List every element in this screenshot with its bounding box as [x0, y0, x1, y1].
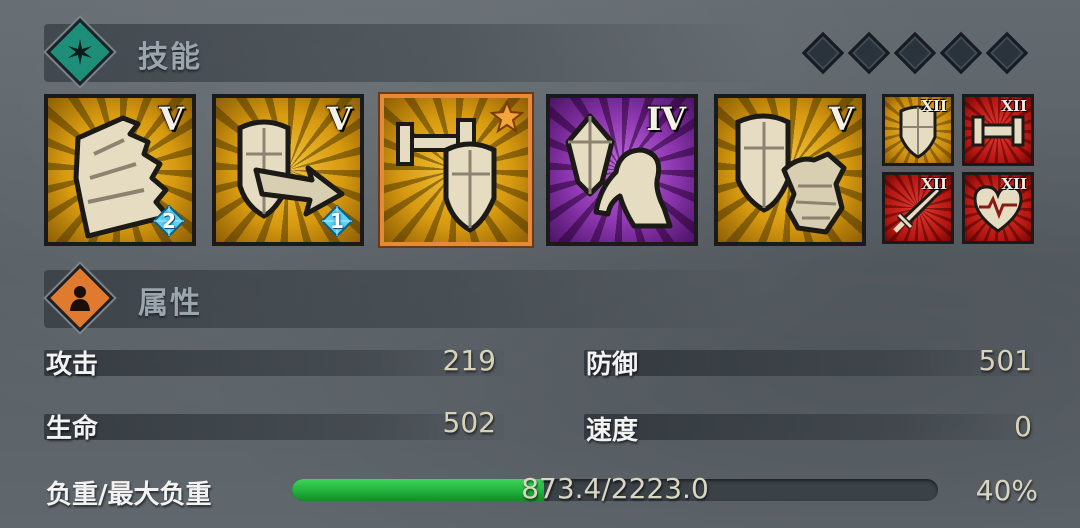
- rank-diamond: [801, 31, 845, 75]
- mini-skill-2[interactable]: XII: [962, 94, 1034, 166]
- health-value: 502: [442, 406, 496, 439]
- defense-value: 501: [978, 344, 1032, 377]
- skill-level: V: [327, 100, 352, 138]
- mini-skill-4[interactable]: XII: [962, 172, 1034, 244]
- skill-level: V: [159, 100, 184, 138]
- mini-skill-level: XII: [921, 97, 947, 115]
- weight-value: 873.4/2223.0: [521, 472, 709, 505]
- mini-skill-1[interactable]: XII: [882, 94, 954, 166]
- skill-level: V: [829, 100, 854, 138]
- health-label: 生命: [46, 414, 99, 444]
- character-panel: 技能 V 2 V 1 IV V XII XII XII XII 属性 攻击 21…: [0, 0, 1080, 528]
- star-icon: [489, 99, 525, 134]
- weight-percent: 40%: [975, 474, 1038, 507]
- attributes-section-title: 属性: [138, 286, 202, 321]
- compass-star-icon: [68, 39, 92, 65]
- weight-label: 负重/最大负重: [46, 480, 212, 510]
- speed-label: 速度: [586, 416, 639, 446]
- gem-badge: 1: [320, 204, 354, 238]
- gem-count: 2: [162, 209, 176, 233]
- skill-card-2[interactable]: V 1: [212, 94, 364, 246]
- gem-count: 1: [330, 209, 344, 233]
- skill-card-4[interactable]: IV: [546, 94, 698, 246]
- mini-skill-level: XII: [921, 175, 947, 193]
- attack-label: 攻击: [46, 350, 99, 380]
- rank-diamond: [847, 31, 891, 75]
- speed-value: 0: [1014, 410, 1032, 443]
- rank-diamond: [893, 31, 937, 75]
- gem-badge: 2: [152, 204, 186, 238]
- rank-diamond: [985, 31, 1029, 75]
- skill-card-5[interactable]: V: [714, 94, 866, 246]
- star-badge: [489, 99, 525, 134]
- skill-level: IV: [646, 100, 686, 138]
- skill-card-3[interactable]: [380, 94, 532, 246]
- mini-skill-level: XII: [1001, 175, 1027, 193]
- defense-label: 防御: [586, 350, 639, 380]
- rank-diamond: [939, 31, 983, 75]
- mini-skill-level: XII: [1001, 97, 1027, 115]
- skills-section-title: 技能: [138, 40, 202, 75]
- person-icon: [70, 286, 90, 311]
- attack-value: 219: [442, 344, 496, 377]
- skill-card-1[interactable]: V 2: [44, 94, 196, 246]
- mini-skill-3[interactable]: XII: [882, 172, 954, 244]
